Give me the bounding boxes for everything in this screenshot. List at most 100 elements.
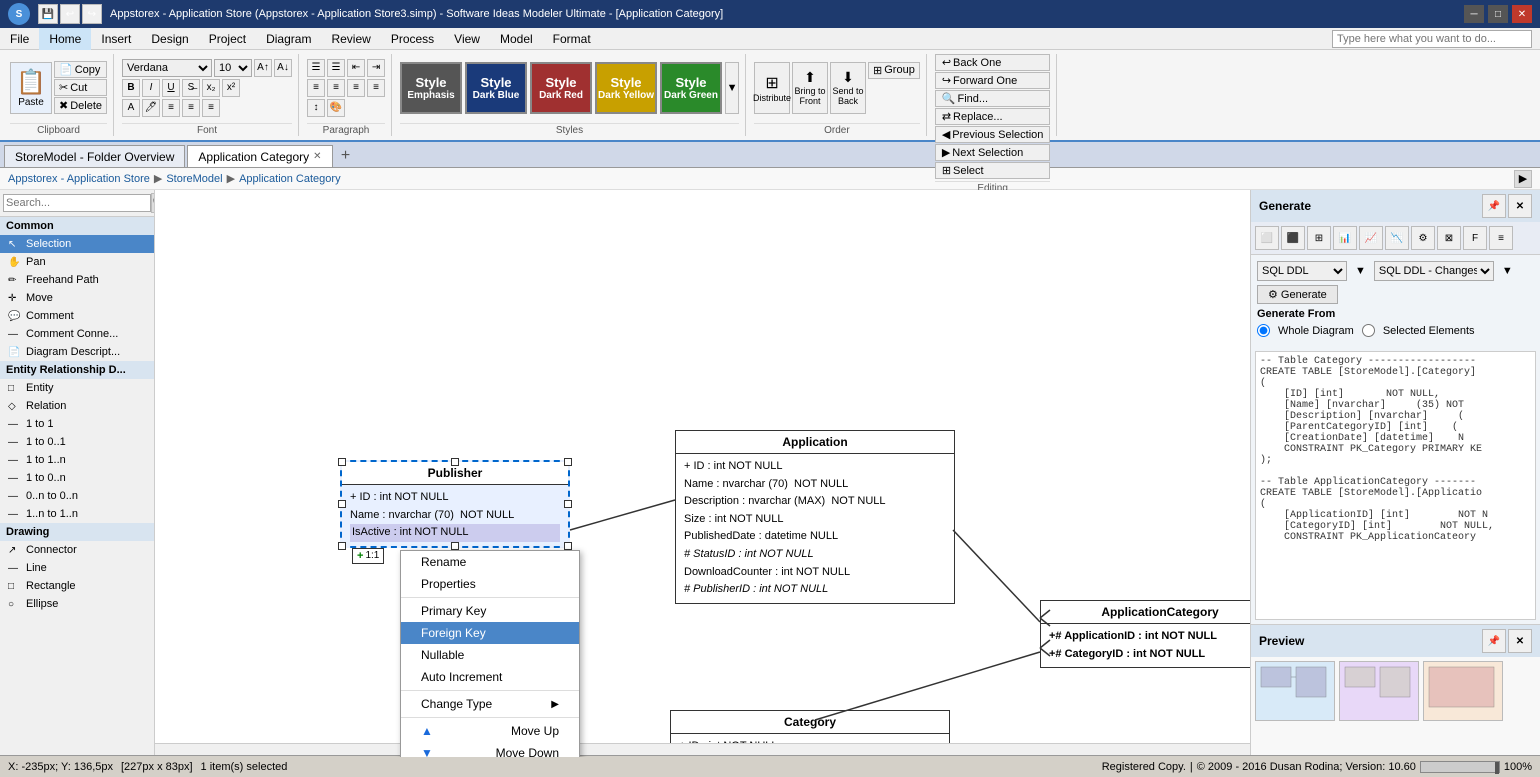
ctx-foreign-key[interactable]: Foreign Key	[401, 622, 579, 644]
tool-comment[interactable]: 💬 Comment	[0, 307, 154, 325]
menu-view[interactable]: View	[444, 28, 490, 50]
tool-freehand-path[interactable]: ✏ Freehand Path	[0, 271, 154, 289]
menu-process[interactable]: Process	[381, 28, 444, 50]
style-emphasis[interactable]: Style Emphasis	[400, 62, 462, 114]
shading-btn[interactable]: 🎨	[327, 99, 345, 117]
font-color-btn[interactable]: A	[122, 99, 140, 117]
strikethrough-button[interactable]: S̶	[182, 79, 200, 97]
line-spacing-btn[interactable]: ↕	[307, 99, 325, 117]
cut-button[interactable]: ✂Cut	[54, 79, 107, 96]
align-left-btn[interactable]: ≡	[162, 99, 180, 117]
breadcrumb-arrow[interactable]: ▶	[1514, 170, 1532, 188]
rp-close-btn[interactable]: ✕	[1508, 194, 1532, 218]
menu-model[interactable]: Model	[490, 28, 543, 50]
ctx-auto-increment[interactable]: Auto Increment	[401, 666, 579, 688]
section-common-header[interactable]: Common	[0, 217, 154, 235]
rp-tool-2[interactable]: ⬛	[1281, 226, 1305, 250]
font-decrease-btn[interactable]: A↓	[274, 59, 292, 77]
tool-1nto1n[interactable]: — 1..n to 1..n	[0, 505, 154, 523]
ctx-properties[interactable]: Properties	[401, 573, 579, 595]
subscript-button[interactable]: x₂	[202, 79, 220, 97]
tool-1to1n[interactable]: — 1 to 1..n	[0, 451, 154, 469]
italic-button[interactable]: I	[142, 79, 160, 97]
rp-pin-btn[interactable]: 📌	[1482, 194, 1506, 218]
tool-pan[interactable]: ✋ Pan	[0, 253, 154, 271]
sql-changes-select[interactable]: SQL DDL - Changes	[1374, 261, 1494, 281]
indent-decrease-btn[interactable]: ⇤	[347, 59, 365, 77]
tool-relation[interactable]: ◇ Relation	[0, 397, 154, 415]
rp-tool-4[interactable]: 📊	[1333, 226, 1357, 250]
tool-comment-connector[interactable]: — Comment Conne...	[0, 325, 154, 343]
send-to-back-button[interactable]: ⬇ Send to Back	[830, 62, 866, 114]
bring-to-front-button[interactable]: ⬆ Bring to Front	[792, 62, 828, 114]
tool-connector[interactable]: ↗ Connector	[0, 541, 154, 559]
tab-storemodel[interactable]: StoreModel - Folder Overview	[4, 145, 185, 167]
tool-entity[interactable]: □ Entity	[0, 379, 154, 397]
ctx-move-down[interactable]: ▼ Move Down	[401, 742, 579, 757]
bold-button[interactable]: B	[122, 79, 140, 97]
sql-output[interactable]: -- Table Category ------------------ CRE…	[1255, 351, 1536, 620]
font-family-select[interactable]: Verdana	[122, 59, 212, 77]
new-tab-button[interactable]: +	[335, 145, 357, 167]
rp-tool-1[interactable]: ⬜	[1255, 226, 1279, 250]
breadcrumb-storemodel[interactable]: StoreModel	[166, 173, 222, 185]
whole-diagram-radio[interactable]	[1257, 324, 1270, 337]
tool-move[interactable]: ✛ Move	[0, 289, 154, 307]
menu-format[interactable]: Format	[543, 28, 601, 50]
distribute-button[interactable]: ⊞ Distribute	[754, 62, 790, 114]
rp-tool-5[interactable]: 📈	[1359, 226, 1383, 250]
superscript-button[interactable]: x²	[222, 79, 240, 97]
tab-application-category[interactable]: Application Category ✕	[187, 145, 332, 167]
tool-selection[interactable]: ↖ Selection	[0, 235, 154, 253]
bullets-btn[interactable]: ☰	[307, 59, 325, 77]
section-drawing-header[interactable]: Drawing	[0, 523, 154, 541]
canvas[interactable]: Publisher + ID : int NOT NULL Name : nva…	[155, 190, 1250, 757]
group-button[interactable]: ⊞ Group	[868, 62, 920, 79]
ctx-primary-key[interactable]: Primary Key	[401, 600, 579, 622]
rp-tool-10[interactable]: ≡	[1489, 226, 1513, 250]
menu-diagram[interactable]: Diagram	[256, 28, 321, 50]
close-btn[interactable]: ✕	[1512, 5, 1532, 23]
tool-0nto0n[interactable]: — 0..n to 0..n	[0, 487, 154, 505]
tool-1to0n[interactable]: — 1 to 0..n	[0, 469, 154, 487]
tool-diagram-description[interactable]: 📄 Diagram Descript...	[0, 343, 154, 361]
tool-rectangle[interactable]: □ Rectangle	[0, 577, 154, 595]
menu-design[interactable]: Design	[141, 28, 198, 50]
tool-1to1[interactable]: — 1 to 1	[0, 415, 154, 433]
indent-increase-btn[interactable]: ⇥	[367, 59, 385, 77]
style-dark-blue[interactable]: Style Dark Blue	[465, 62, 527, 114]
selected-elements-radio[interactable]	[1362, 324, 1375, 337]
rp-tool-3[interactable]: ⊞	[1307, 226, 1331, 250]
global-search[interactable]	[1332, 30, 1532, 48]
entity-publisher[interactable]: Publisher + ID : int NOT NULL Name : nva…	[340, 460, 570, 548]
tool-search-input[interactable]	[3, 194, 151, 212]
underline-button[interactable]: U	[162, 79, 180, 97]
menu-project[interactable]: Project	[199, 28, 256, 50]
quick-save-btn[interactable]: 💾	[38, 4, 58, 24]
preview-close-btn[interactable]: ✕	[1508, 629, 1532, 653]
para-align-right[interactable]: ≡	[347, 79, 365, 97]
ctx-nullable[interactable]: Nullable	[401, 644, 579, 666]
para-justify[interactable]: ≡	[367, 79, 385, 97]
breadcrumb-appcategory[interactable]: Application Category	[239, 173, 341, 185]
menu-insert[interactable]: Insert	[91, 28, 141, 50]
entity-application[interactable]: Application + ID : int NOT NULL Name : n…	[675, 430, 955, 604]
section-er-header[interactable]: Entity Relationship D...	[0, 361, 154, 379]
sql-type-select[interactable]: SQL DDL	[1257, 261, 1347, 281]
redo-btn[interactable]: ↪	[82, 4, 102, 24]
align-center-btn[interactable]: ≡	[182, 99, 200, 117]
preview-thumb-1[interactable]	[1255, 661, 1335, 721]
menu-file[interactable]: File	[0, 28, 39, 50]
preview-thumb-3[interactable]	[1423, 661, 1503, 721]
menu-review[interactable]: Review	[321, 28, 380, 50]
align-right-btn[interactable]: ≡	[202, 99, 220, 117]
entity-applicationcategory[interactable]: ApplicationCategory +# ApplicationID : i…	[1040, 600, 1250, 668]
copy-button[interactable]: 📄Copy	[54, 61, 107, 78]
ctx-rename[interactable]: Rename	[401, 551, 579, 573]
ctx-change-type[interactable]: Change Type ▶	[401, 693, 579, 715]
font-increase-btn[interactable]: A↑	[254, 59, 272, 77]
back-one-button[interactable]: ↩ Back One	[935, 54, 1051, 71]
style-dark-yellow[interactable]: Style Dark Yellow	[595, 62, 657, 114]
tab-close-icon[interactable]: ✕	[313, 151, 321, 162]
zoom-slider-track[interactable]	[1420, 761, 1500, 773]
